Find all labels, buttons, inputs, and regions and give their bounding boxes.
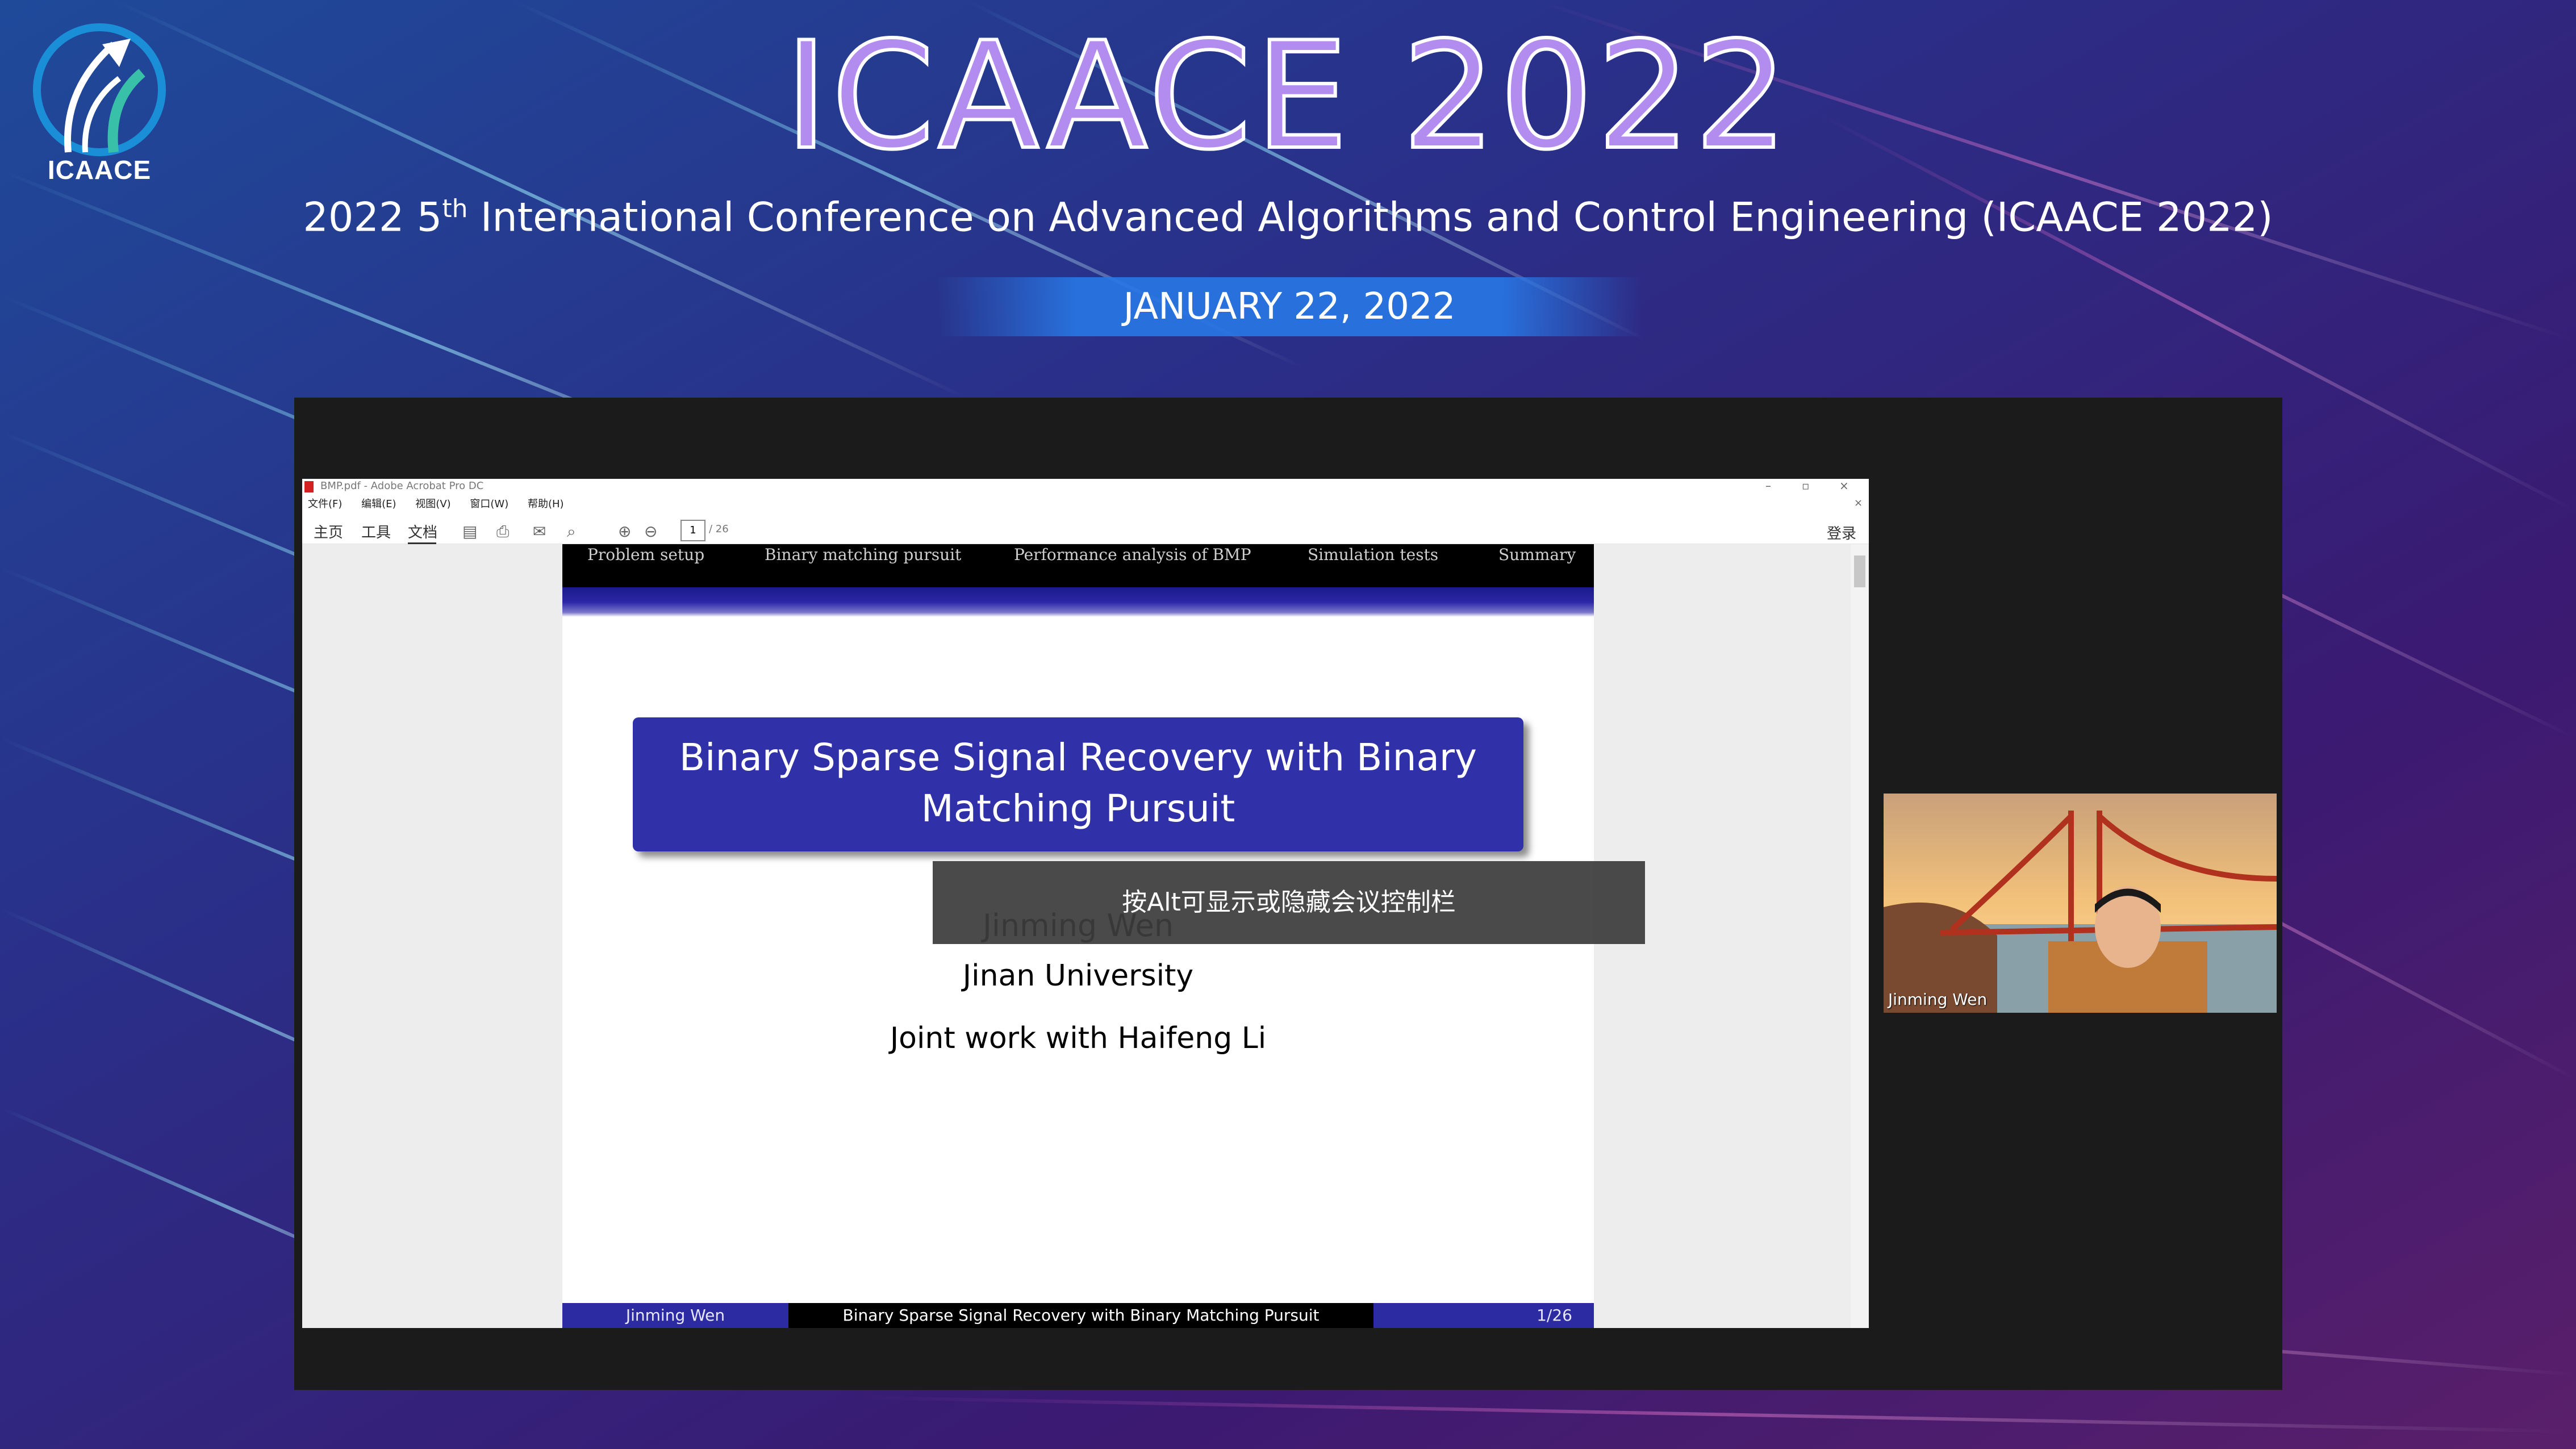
subtitle-sup: th [442, 194, 468, 223]
meeting-controls-tooltip-text: 按Alt可显示或隐藏会议控制栏 [1122, 888, 1456, 917]
slide-navigation-bar: Problem setup Binary matching pursuit Pe… [562, 544, 1594, 587]
window-titlebar: BMP.pdf - Adobe Acrobat Pro DC – ▫ × [302, 479, 1869, 495]
footer-page-number: 1/26 [1537, 1306, 1572, 1325]
acrobat-toolbar: 主页 工具 文档 ▤ ⎙ ✉ ⌕ ⊕ ⊖ 1 / 26 登录 [302, 515, 1869, 545]
nav-summary[interactable]: Summary [1498, 545, 1576, 564]
menu-file[interactable]: 文件(F) [308, 498, 342, 510]
slide-footer: Jinming Wen Binary Sparse Signal Recover… [562, 1303, 1594, 1328]
meeting-controls-tooltip: 按Alt可显示或隐藏会议控制栏 [933, 861, 1645, 944]
login-link[interactable]: 登录 [1827, 522, 1856, 543]
menu-help[interactable]: 帮助(H) [528, 498, 564, 510]
conference-title: ICAACE 2022 [783, 10, 1792, 183]
restore-icon[interactable]: ▫ [1802, 479, 1810, 492]
nav-performance-analysis[interactable]: Performance analysis of BMP [1014, 545, 1251, 564]
menu-bar: 文件(F) 编辑(E) 视图(V) 窗口(W) 帮助(H) [308, 496, 580, 511]
footer-title: Binary Sparse Signal Recovery with Binar… [788, 1303, 1373, 1328]
next-page-icon[interactable]: ⊖ [644, 522, 657, 541]
slide-title: Binary Sparse Signal Recovery with Binar… [679, 736, 1477, 830]
conference-date: JANUARY 22, 2022 [1123, 286, 1456, 328]
participant-name: Jinming Wen [1888, 990, 1988, 1009]
save-icon[interactable]: ▤ [462, 522, 477, 541]
search-icon[interactable]: ⌕ [567, 522, 576, 541]
window-title: BMP.pdf - Adobe Acrobat Pro DC [320, 480, 484, 492]
print-icon[interactable]: ⎙ [496, 522, 509, 541]
vertical-scrollbar[interactable] [1851, 544, 1869, 1328]
menu-view[interactable]: 视图(V) [415, 498, 450, 510]
close-icon[interactable]: × [1839, 479, 1849, 492]
slide-header-band [562, 587, 1594, 617]
pdf-app-icon [304, 481, 314, 492]
participant-video-tile[interactable]: Jinming Wen [1884, 794, 2277, 1013]
slide-title-box: Binary Sparse Signal Recovery with Binar… [633, 717, 1523, 851]
tab-tools[interactable]: 工具 [361, 521, 391, 542]
tab-home[interactable]: 主页 [314, 521, 343, 542]
email-icon[interactable]: ✉ [533, 522, 546, 541]
prev-page-icon[interactable]: ⊕ [618, 522, 631, 541]
page-total: / 26 [709, 523, 729, 535]
menu-window[interactable]: 窗口(W) [470, 498, 508, 510]
doc-close-icon[interactable]: × [1854, 497, 1863, 509]
subtitle-rest: International Conference on Advanced Alg… [467, 194, 2273, 241]
page-number-input[interactable]: 1 [680, 520, 705, 541]
footer-page-section: 1/26 [1373, 1303, 1594, 1328]
conference-subtitle: 2022 5th International Conference on Adv… [0, 181, 2576, 245]
nav-binary-matching-pursuit[interactable]: Binary matching pursuit [765, 545, 961, 564]
menu-edit[interactable]: 编辑(E) [361, 498, 396, 510]
participant-video-feed [1884, 794, 2277, 1013]
scrollbar-thumb[interactable] [1854, 556, 1865, 587]
subtitle-prefix: 2022 5 [303, 194, 442, 241]
nav-problem-setup[interactable]: Problem setup [587, 545, 704, 564]
minimize-icon[interactable]: – [1765, 479, 1771, 492]
nav-simulation-tests[interactable]: Simulation tests [1308, 545, 1438, 564]
slide-joint-work: Joint work with Haifeng Li [890, 1021, 1267, 1055]
tab-document[interactable]: 文档 [408, 521, 437, 542]
footer-author: Jinming Wen [562, 1303, 788, 1328]
slide-affiliation: Jinan University [962, 959, 1194, 993]
